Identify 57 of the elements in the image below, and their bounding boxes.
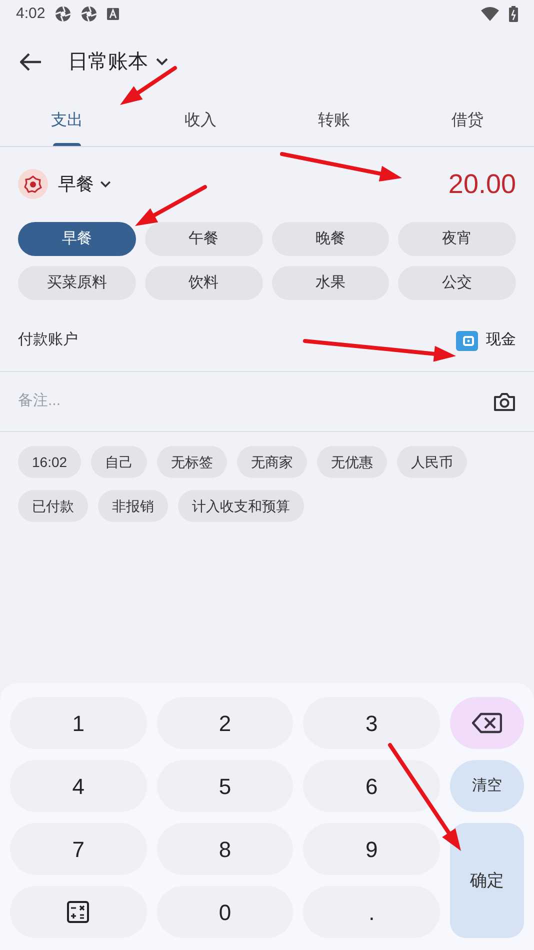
aperture-icon [81, 6, 98, 22]
wifi-icon [481, 7, 499, 21]
tab[interactable]: 支出 [0, 96, 134, 146]
backspace-icon [472, 712, 502, 734]
key-button[interactable]: 1 [10, 697, 147, 749]
key-button[interactable]: 3 [303, 697, 440, 749]
key-button[interactable]: 8 [156, 823, 294, 875]
wallet-icon [456, 330, 478, 350]
camera-icon[interactable] [493, 392, 516, 412]
tag-chip[interactable]: 16:02 [18, 446, 82, 478]
key-button[interactable]: 4 [10, 760, 147, 812]
category-chip[interactable]: 午餐 [144, 222, 262, 256]
note-field[interactable]: 备注... [18, 390, 493, 413]
key-button[interactable]: 7 [10, 823, 147, 875]
key-button[interactable]: 2 [156, 697, 294, 749]
category-chip[interactable]: 饮料 [144, 266, 262, 300]
tab[interactable]: 借贷 [400, 96, 534, 146]
tag-chip[interactable]: 无商家 [237, 446, 308, 478]
category-chip[interactable]: 夜宵 [398, 222, 516, 256]
keyboard-icon [107, 8, 120, 20]
key-button[interactable]: 6 [303, 760, 440, 812]
key-button[interactable]: 5 [156, 760, 294, 812]
battery-icon [509, 6, 518, 22]
tab-indicator [52, 143, 81, 146]
tag-chip[interactable]: 非报销 [98, 490, 168, 522]
ledger-selector[interactable]: 日常账本 [68, 47, 168, 77]
category-chip[interactable]: 公交 [398, 266, 516, 300]
clear-button[interactable]: 清空 [450, 760, 524, 812]
category-chip[interactable]: 买菜原料 [18, 266, 136, 300]
tag-chip[interactable]: 无标签 [157, 446, 228, 478]
payment-label: 付款账户 [18, 330, 78, 350]
chevron-down-icon [156, 58, 168, 66]
tag-chip[interactable]: 人民币 [397, 446, 468, 478]
calculator-icon [67, 901, 90, 923]
confirm-button[interactable]: 确定 [450, 823, 524, 938]
amount-display: 20.00 [448, 168, 516, 201]
tab[interactable]: 收入 [134, 96, 267, 146]
annotation-arrow [135, 185, 207, 226]
key-button[interactable]: . [303, 886, 440, 938]
category-chip[interactable]: 晚餐 [272, 222, 390, 256]
tab[interactable]: 转账 [267, 96, 400, 146]
category-icon [18, 169, 48, 199]
aperture-icon [55, 6, 72, 22]
key-button[interactable]: 0 [156, 886, 294, 938]
status-time: 4:02 [16, 4, 46, 24]
tag-chip[interactable]: 计入收支和预算 [178, 490, 304, 522]
chevron-down-icon [100, 180, 111, 188]
backspace-button[interactable] [450, 697, 524, 749]
tag-chip[interactable]: 无优惠 [317, 446, 388, 478]
back-icon[interactable] [20, 53, 42, 71]
category-chip[interactable]: 早餐 [18, 222, 136, 256]
category-chip[interactable]: 水果 [272, 266, 390, 300]
category-selector[interactable]: 早餐 [58, 170, 111, 198]
account-selector[interactable]: 现金 [456, 329, 516, 352]
tag-chip[interactable]: 已付款 [18, 490, 88, 522]
tag-chip[interactable]: 自己 [91, 446, 148, 478]
key-button[interactable]: 9 [303, 823, 440, 875]
